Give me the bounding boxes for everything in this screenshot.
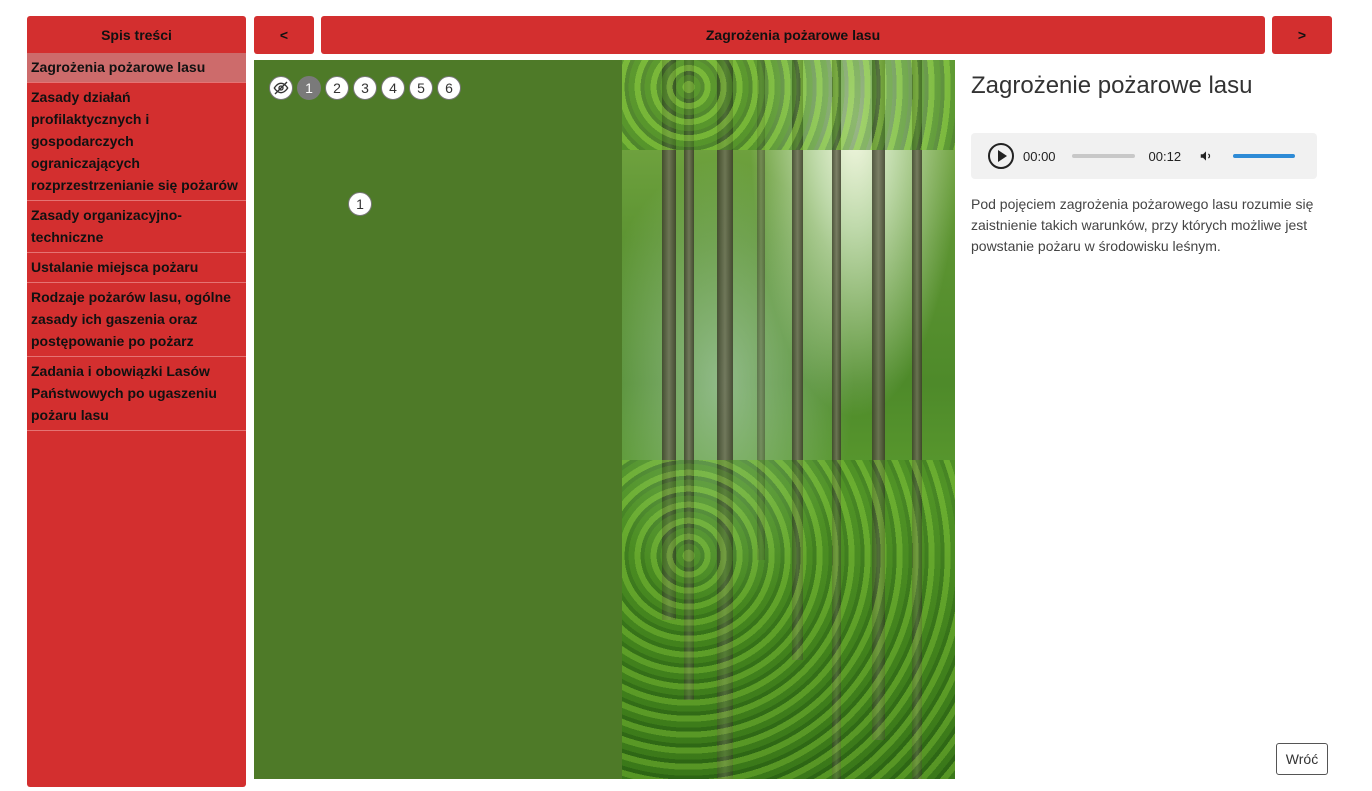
eye-off-icon[interactable] — [269, 76, 293, 100]
audio-progress-bar[interactable] — [1071, 154, 1135, 158]
foliage — [622, 460, 955, 779]
content-description: Pod pojęciem zagrożenia pożarowego lasu … — [971, 196, 1314, 254]
step-button-5[interactable]: 5 — [409, 76, 433, 100]
next-button[interactable]: > — [1272, 16, 1332, 54]
illustration-stage: 1 2 3 4 5 6 1 — [254, 60, 955, 779]
step-button-1[interactable]: 1 — [297, 76, 321, 100]
sidebar-title: Spis treści — [101, 26, 172, 43]
step-button-2[interactable]: 2 — [325, 76, 349, 100]
sidebar-item-rodzaje-pozarow[interactable]: Rodzaje pożarów lasu, ogólne zasady ich … — [27, 283, 246, 357]
audio-duration: 00:12 — [1148, 148, 1182, 164]
green-panel — [254, 60, 622, 779]
content-title: Zagrożenie pożarowe lasu — [971, 72, 1253, 99]
table-of-contents-sidebar: Spis treści Zagrożenia pożarowe lasu Zas… — [27, 16, 246, 787]
step-button-3[interactable]: 3 — [353, 76, 377, 100]
volume-slider[interactable] — [1233, 154, 1296, 158]
audio-player: 00:00 00:12 — [971, 133, 1317, 179]
play-icon[interactable] — [988, 143, 1014, 169]
forest-photo — [622, 60, 955, 779]
sidebar-item-ustalanie-miejsca[interactable]: Ustalanie miejsca pożaru — [27, 253, 246, 283]
sidebar-item-zadania-obowiazki[interactable]: Zadania i obowiązki Lasów Państwowych po… — [27, 357, 246, 431]
volume-icon[interactable] — [1199, 149, 1213, 163]
step-navigation: 1 2 3 4 5 6 — [269, 76, 461, 100]
step-button-6[interactable]: 6 — [437, 76, 461, 100]
sidebar-item-zasady-organizacyjne[interactable]: Zasady organizacyjno-techniczne — [27, 201, 246, 253]
foliage — [622, 60, 955, 150]
audio-current-time: 00:00 — [1023, 148, 1056, 164]
hotspot-marker[interactable]: 1 — [348, 192, 372, 216]
content-panel: Zagrożenie pożarowe lasu 00:00 00:12 Pod… — [971, 60, 1332, 779]
chapter-title-bar: Zagrożenia pożarowe lasu — [321, 16, 1265, 54]
sidebar-item-zagrozenia[interactable]: Zagrożenia pożarowe lasu — [27, 53, 246, 83]
step-button-4[interactable]: 4 — [381, 76, 405, 100]
back-button[interactable]: Wróć — [1276, 743, 1328, 775]
prev-button[interactable]: < — [254, 16, 314, 54]
sidebar-item-zasady-profilaktyczne[interactable]: Zasady działań profilaktycznych i gospod… — [27, 83, 246, 201]
sidebar-list: Zagrożenia pożarowe lasu Zasady działań … — [27, 53, 246, 431]
